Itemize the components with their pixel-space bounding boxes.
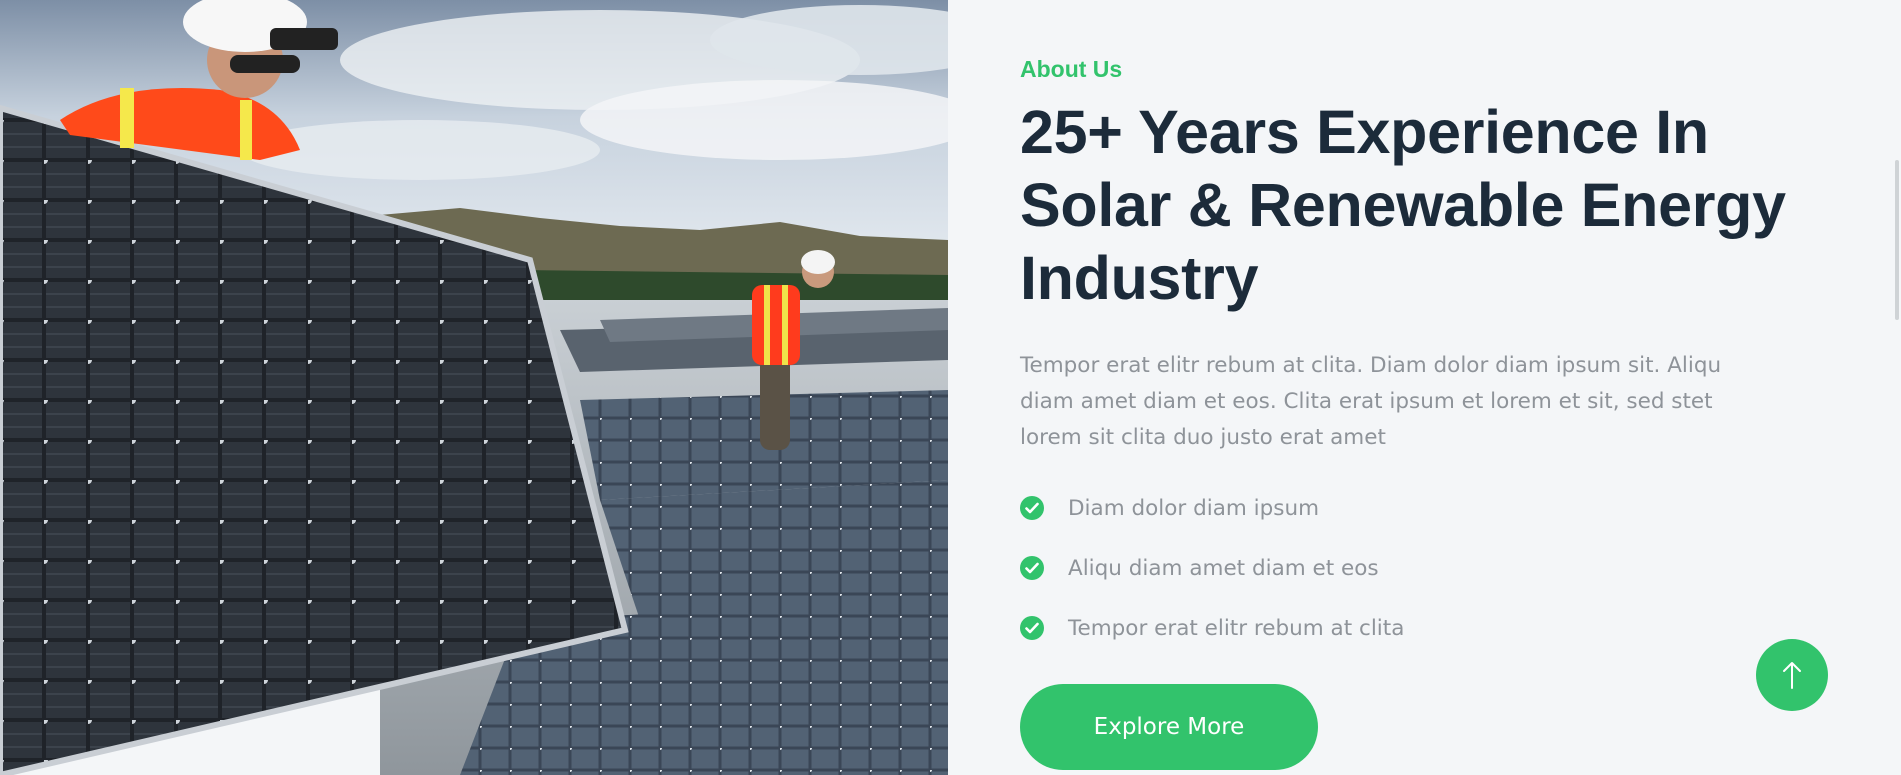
list-item: Aliqu diam amet diam et eos [1020,538,1404,598]
feature-list: Diam dolor diam ipsum Aliqu diam amet di… [1020,478,1404,658]
feature-label: Tempor erat elitr rebum at clita [1068,615,1405,641]
check-circle-icon [1020,556,1044,580]
heading-line-2: Solar & Renewable Energy [1020,171,1786,239]
arrow-up-icon [1783,662,1801,689]
section-description: Tempor erat elitr rebum at clita. Diam d… [1020,353,1722,450]
back-to-top-button[interactable] [1756,639,1828,711]
heading-line-3: Industry [1020,244,1259,312]
check-circle-icon [1020,616,1044,640]
solar-workers-photo [0,0,948,775]
heading-line-1: 25+ Years Experience In [1020,98,1709,166]
explore-more-button[interactable]: Explore More [1020,684,1318,770]
list-item: Diam dolor diam ipsum [1020,478,1404,538]
section-heading: 25+ Years Experience In Solar & Renewabl… [1020,96,1820,315]
feature-label: Diam dolor diam ipsum [1068,495,1320,521]
section-eyebrow: About Us [1020,56,1123,82]
feature-label: Aliqu diam amet diam et eos [1068,555,1379,581]
list-item: Tempor erat elitr rebum at clita [1020,598,1404,658]
page-scrollbar[interactable] [1895,160,1899,320]
check-circle-icon [1020,496,1044,520]
